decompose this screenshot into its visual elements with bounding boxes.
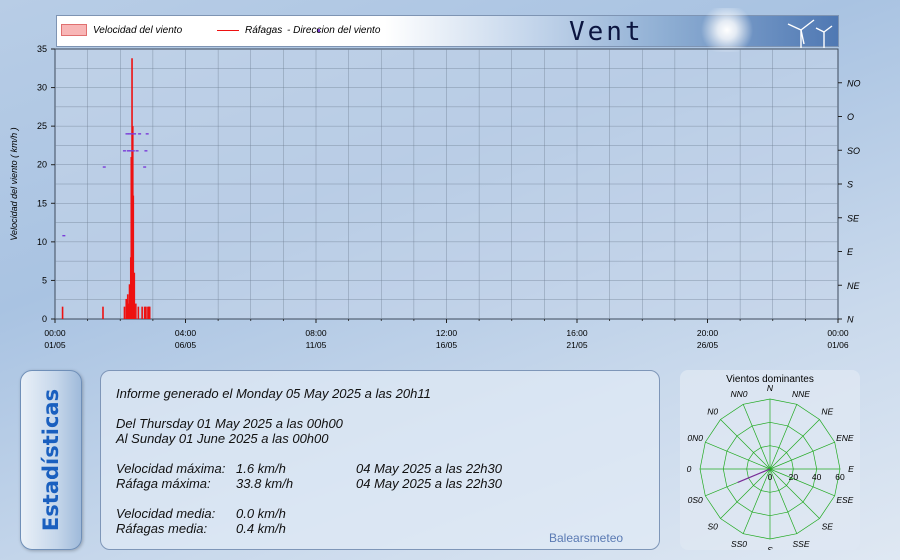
gust-bar [135,303,137,319]
x-tick-time-label: 16:00 [566,328,588,338]
wind-rose-direction-label: S0 [708,521,719,531]
wind-rose-direction-label: E [848,464,854,474]
direction-axis-label: NE [847,281,860,291]
y-tick-label: 30 [37,83,47,93]
max-speed-label: Velocidad máxima: [116,461,226,476]
gust-bar [137,306,140,319]
max-gust-time: 04 May 2025 a las 22h30 [356,476,502,491]
gust-bar [123,306,126,319]
wind-rose-labels: N NNE NE ENE E ESE SE SSE S SS0 S0 0S0 0 0N0 N0 NN0 0 20 4… [687,383,855,550]
wind-rose-direction-label: NNE [792,389,810,399]
y-tick-label: 5 [42,275,47,285]
vent-report-page: Velocidad del viento Ráfagas - Direccion… [0,0,900,560]
wind-rose-chart: Vientos dominantes NNNENEENEEESESESSESSS… [687,374,855,550]
direction-point [131,150,135,152]
direction-axis-label: O [847,112,854,122]
gust-bar [141,306,143,319]
x-tick-time-label: 00:00 [44,328,66,338]
statistics-panel: Informe generado el Monday 05 May 2025 a… [100,370,660,550]
wind-rose-direction-label: ESE [836,495,853,505]
wind-rose-direction-label: N0 [707,407,718,417]
wind-speed-chart: 0 5 10 15 20 25 30 35 N NE E SE S SO O NO 00:00 01/05 04:0… [9,44,861,350]
wind-rose-direction-label: NN0 [730,389,747,399]
direction-axis-label: NO [847,78,861,88]
max-gust-value: 33.8 km/h [236,476,294,491]
direction-point [144,150,148,152]
wind-rose-direction-label: N [767,383,774,393]
direction-point [102,166,106,168]
x-tick-time-label: 04:00 [175,328,197,338]
gust-bar [102,306,104,319]
gust-bar [133,272,136,319]
x-tick-time-label: 20:00 [697,328,719,338]
x-tick-time-label: 08:00 [305,328,327,338]
max-speed-value: 1.6 km/h [236,461,286,476]
direction-axis-label: SO [847,146,860,156]
max-gust-label: Ráfaga máxima: [116,476,211,491]
gust-bar [61,306,64,319]
period-end-text: Al Sunday 01 June 2025 a las 00h00 [116,431,329,446]
wind-rose-direction-label: SE [822,521,834,531]
x-tick-date-label: 01/05 [44,340,66,350]
direction-point [135,150,139,152]
wind-rose-ring-label: 60 [835,472,845,482]
y-tick-label: 0 [42,314,47,324]
wind-rose-direction-label: 0 [687,464,692,474]
direction-axis-label: SE [847,213,860,223]
wind-rose-spoke [720,468,771,519]
wind-rose-direction-label: 0N0 [687,433,703,443]
max-speed-time: 04 May 2025 a las 22h30 [356,461,502,476]
x-tick-date-label: 11/05 [306,340,327,350]
avg-speed-value: 0.0 km/h [236,506,286,521]
y-tick-label: 25 [37,121,47,131]
y-tick-label: 35 [37,44,47,54]
report-generated-text: Informe generado el Monday 05 May 2025 a… [116,386,431,401]
wind-rose-direction-label: ENE [836,433,854,443]
x-tick-date-label: 06/05 [175,340,197,350]
period-start-text: Del Thursday 01 May 2025 a las 00h00 [116,416,343,431]
x-tick-time-label: 12:00 [436,328,458,338]
statistics-tab[interactable]: Estadísticas [20,370,82,550]
direction-point [145,133,149,135]
wind-rose-panel: Vientos dominantes N NNE NE ENE E ESE SE SSE S SS… [680,370,860,550]
direction-axis-label: S [847,180,853,190]
direction-point [143,166,147,168]
y-tick-label: 15 [37,198,47,208]
wind-rose-ring-label: 40 [812,472,822,482]
y-tick-label: 20 [37,160,47,170]
avg-gust-value: 0.4 km/h [236,521,286,536]
wind-rose-direction-label: 0S0 [688,495,703,505]
wind-rose-spoke [720,419,771,470]
wind-rose-direction-label: NE [821,407,833,417]
direction-point [122,150,126,152]
x-tick-date-label: 01/06 [827,340,849,350]
avg-speed-label: Velocidad media: [116,506,216,521]
y-axis-label: Velocidad del viento ( km/h ) [9,127,19,240]
wind-rose-direction-label: S [767,545,773,550]
brand-label: Balearsmeteo [549,531,624,545]
wind-rose-direction-label: SSE [792,539,809,549]
wind-rose-ring-label: 20 [789,472,799,482]
wind-rose-spoke [769,419,820,470]
wind-rose-direction-label: SS0 [731,539,747,549]
x-tick-date-label: 26/05 [697,340,719,350]
direction-axis-label: E [847,247,854,257]
wind-rose-ring-label: 0 [768,472,773,482]
gust-bar [125,298,128,319]
gust-bar [145,306,147,319]
statistics-tab-label: Estadísticas [39,388,63,532]
direction-point [138,133,142,135]
gust-bar [148,306,151,319]
x-tick-date-label: 21/05 [566,340,588,350]
direction-point [62,234,66,237]
y-tick-label: 10 [37,237,47,247]
x-tick-time-label: 00:00 [827,328,849,338]
x-tick-date-label: 16/05 [436,340,458,350]
direction-point [133,133,137,135]
avg-gust-label: Ráfagas media: [116,521,208,536]
direction-axis-label: N [847,315,854,325]
